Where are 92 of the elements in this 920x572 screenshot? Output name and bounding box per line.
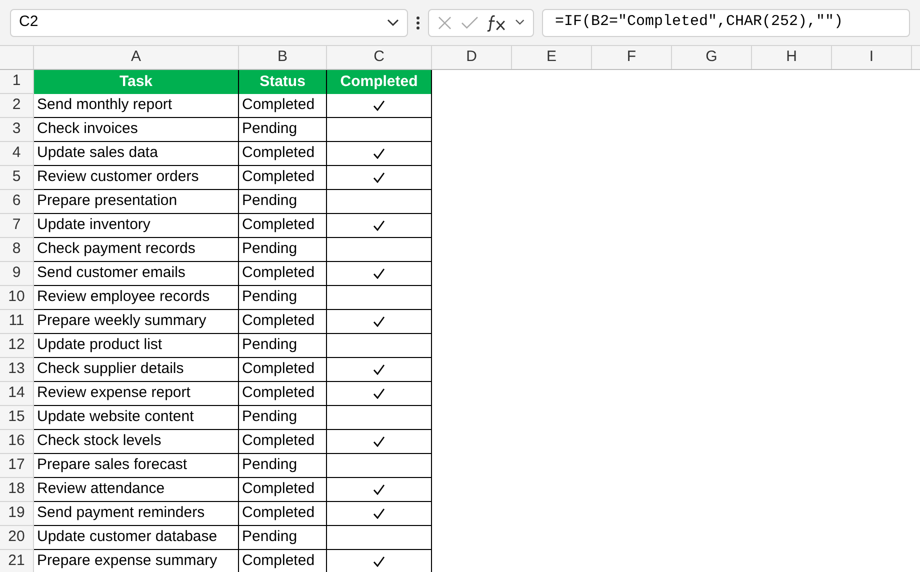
column-header[interactable]: F — [592, 46, 672, 69]
table-cell: Send customer emails — [34, 262, 239, 286]
row-header[interactable]: 11 — [0, 310, 34, 334]
row-header[interactable]: 3 — [0, 118, 34, 142]
column-header[interactable]: I — [832, 46, 912, 69]
check-icon — [373, 172, 385, 183]
check-icon — [373, 556, 385, 567]
table-cell: Completed — [239, 382, 327, 406]
table-cell: Prepare weekly summary — [34, 310, 239, 334]
table-cell: Review customer orders — [34, 166, 239, 190]
table-cell: Check payment records — [34, 238, 239, 262]
chevron-down-icon — [387, 18, 399, 26]
row-header[interactable]: 10 — [0, 286, 34, 310]
table-cell: Update inventory — [34, 214, 239, 238]
column-header[interactable]: A — [34, 46, 239, 69]
row-header[interactable]: 14 — [0, 382, 34, 406]
formula-field[interactable]: =IF(B2="Completed",CHAR(252),"") — [542, 8, 910, 36]
check-icon — [373, 148, 385, 159]
column-header[interactable]: E — [512, 46, 592, 69]
table-cell: Check stock levels — [34, 430, 239, 454]
table-cell: Check invoices — [34, 118, 239, 142]
table-cell: Pending — [239, 406, 327, 430]
row-header[interactable]: 8 — [0, 238, 34, 262]
function-icon[interactable] — [486, 14, 508, 32]
chevron-down-icon[interactable] — [515, 19, 525, 26]
column-header[interactable]: C — [327, 46, 432, 69]
row-header[interactable]: 9 — [0, 262, 34, 286]
check-icon — [373, 268, 385, 279]
table-header-cell: Task — [34, 70, 239, 94]
check-mark-icon[interactable] — [460, 16, 478, 30]
row-header[interactable]: 5 — [0, 166, 34, 190]
row-header[interactable]: 6 — [0, 190, 34, 214]
row-header[interactable]: 21 — [0, 550, 34, 572]
table-cell: Completed — [239, 478, 327, 502]
row-header[interactable]: 13 — [0, 358, 34, 382]
table-cell: Pending — [239, 190, 327, 214]
table-cell: Completed — [239, 430, 327, 454]
check-icon — [373, 508, 385, 519]
row-header[interactable]: 19 — [0, 502, 34, 526]
table-cell: Completed — [239, 502, 327, 526]
column-header[interactable]: B — [239, 46, 327, 69]
row-header[interactable]: 17 — [0, 454, 34, 478]
table-cell: Update customer database — [34, 526, 239, 550]
table-cell: Pending — [239, 454, 327, 478]
table-cell: Check supplier details — [34, 358, 239, 382]
row-header[interactable]: 2 — [0, 94, 34, 118]
check-icon — [373, 388, 385, 399]
check-icon — [373, 484, 385, 495]
table-cell: Update website content — [34, 406, 239, 430]
table-cell: Update product list — [34, 334, 239, 358]
name-box[interactable]: C2 — [10, 8, 408, 36]
table-cell: Review expense report — [34, 382, 239, 406]
more-options-icon[interactable] — [416, 16, 420, 30]
table-cell: Completed — [239, 262, 327, 286]
table-cell: Send payment reminders — [34, 502, 239, 526]
table-cell: Pending — [239, 334, 327, 358]
table-cell: Review attendance — [34, 478, 239, 502]
row-header[interactable]: 4 — [0, 142, 34, 166]
table-header-cell: Completed — [327, 70, 432, 94]
table-cell: Completed — [239, 214, 327, 238]
row-header[interactable]: 12 — [0, 334, 34, 358]
table-cell: Pending — [239, 286, 327, 310]
table-cell: Pending — [239, 118, 327, 142]
table-cell: Update sales data — [34, 142, 239, 166]
row-header[interactable]: 1 — [0, 70, 34, 94]
check-icon — [373, 316, 385, 327]
table-cell: Completed — [239, 358, 327, 382]
table-cell: Completed — [239, 142, 327, 166]
table-header-cell: Status — [239, 70, 327, 94]
row-header[interactable]: 7 — [0, 214, 34, 238]
table-cell: Send monthly report — [34, 94, 239, 118]
table-cell: Prepare presentation — [34, 190, 239, 214]
check-icon — [373, 100, 385, 111]
row-header[interactable]: 15 — [0, 406, 34, 430]
table-cell: Prepare sales forecast — [34, 454, 239, 478]
column-header[interactable]: H — [752, 46, 832, 69]
table-cell: Pending — [239, 526, 327, 550]
row-header[interactable]: 20 — [0, 526, 34, 550]
column-header[interactable]: G — [672, 46, 752, 69]
table-cell: Pending — [239, 238, 327, 262]
table-cell: Completed — [239, 310, 327, 334]
column-header[interactable]: D — [432, 46, 512, 69]
table-cell: Review employee records — [34, 286, 239, 310]
table-cell: Completed — [239, 166, 327, 190]
table-cell: Completed — [239, 94, 327, 118]
row-header[interactable]: 18 — [0, 478, 34, 502]
table-cell: Prepare expense summary — [34, 550, 239, 572]
row-header[interactable]: 16 — [0, 430, 34, 454]
table-cell: Completed — [239, 550, 327, 572]
check-icon — [373, 364, 385, 375]
check-icon — [373, 220, 385, 231]
check-icon — [373, 436, 385, 447]
